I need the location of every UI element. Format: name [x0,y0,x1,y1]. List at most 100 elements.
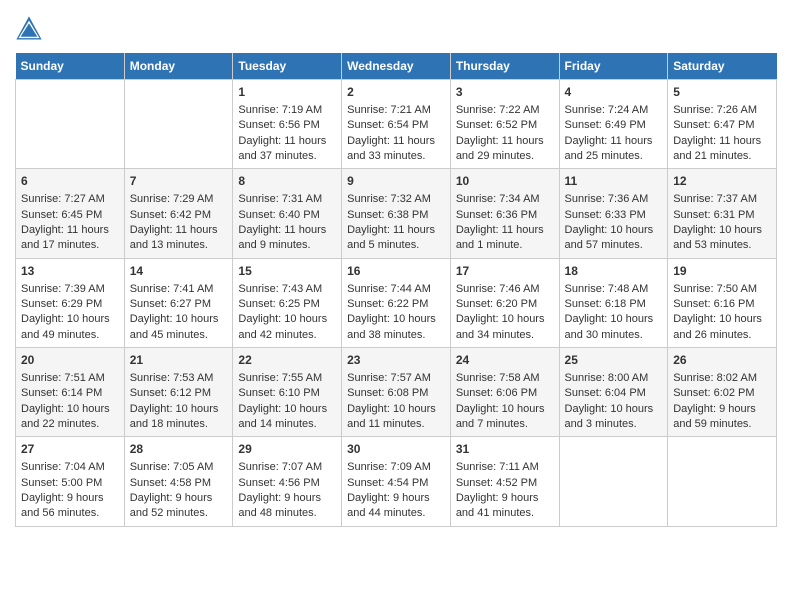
day-info: Sunset: 6:27 PM [130,297,228,312]
calendar-cell [124,80,233,169]
header-row: SundayMondayTuesdayWednesdayThursdayFrid… [16,53,777,80]
day-info: Sunset: 6:36 PM [456,208,554,223]
logo [15,15,47,43]
day-info: Sunset: 6:40 PM [238,208,336,223]
day-info: Daylight: 10 hours and 45 minutes. [130,312,228,343]
day-info: Sunset: 6:12 PM [130,386,228,401]
day-info: Daylight: 11 hours and 9 minutes. [238,223,336,254]
day-info: Sunset: 6:06 PM [456,386,554,401]
day-number: 2 [347,84,445,101]
day-info: Daylight: 10 hours and 53 minutes. [673,223,771,254]
day-info: Sunset: 6:08 PM [347,386,445,401]
calendar-cell: 3Sunrise: 7:22 AMSunset: 6:52 PMDaylight… [450,80,559,169]
day-info: Sunrise: 7:34 AM [456,192,554,207]
day-info: Daylight: 10 hours and 7 minutes. [456,402,554,433]
day-info: Sunrise: 7:37 AM [673,192,771,207]
calendar-week-5: 27Sunrise: 7:04 AMSunset: 5:00 PMDayligh… [16,437,777,526]
calendar-cell: 5Sunrise: 7:26 AMSunset: 6:47 PMDaylight… [668,80,777,169]
day-header-sunday: Sunday [16,53,125,80]
day-number: 24 [456,352,554,369]
day-info: Daylight: 9 hours and 52 minutes. [130,491,228,522]
day-info: Sunset: 6:10 PM [238,386,336,401]
day-info: Sunrise: 7:09 AM [347,460,445,475]
day-info: Sunrise: 7:55 AM [238,371,336,386]
calendar-week-2: 6Sunrise: 7:27 AMSunset: 6:45 PMDaylight… [16,169,777,258]
day-info: Daylight: 10 hours and 57 minutes. [565,223,663,254]
calendar-cell: 29Sunrise: 7:07 AMSunset: 4:56 PMDayligh… [233,437,342,526]
day-info: Daylight: 10 hours and 18 minutes. [130,402,228,433]
calendar-week-1: 1Sunrise: 7:19 AMSunset: 6:56 PMDaylight… [16,80,777,169]
day-info: Sunset: 6:38 PM [347,208,445,223]
calendar-cell: 28 Sunrise: 7:05 AMSunset: 4:58 PMDayligh… [124,437,233,526]
calendar-cell: 25Sunrise: 8:00 AMSunset: 6:04 PMDayligh… [559,348,668,437]
day-info: Sunset: 4:58 PM [130,476,228,491]
day-info: Sunrise: 7:53 AM [130,371,228,386]
calendar-cell [559,437,668,526]
day-info: Daylight: 9 hours and 59 minutes. [673,402,771,433]
day-info: Sunrise: 7:46 AM [456,282,554,297]
calendar-cell: 15Sunrise: 7:43 AMSunset: 6:25 PMDayligh… [233,258,342,347]
day-info: Daylight: 10 hours and 14 minutes. [238,402,336,433]
day-info: Sunset: 6:47 PM [673,118,771,133]
day-info: Sunrise: 7:27 AM [21,192,119,207]
day-info: Daylight: 9 hours and 56 minutes. [21,491,119,522]
calendar-cell [16,80,125,169]
calendar-cell: 27Sunrise: 7:04 AMSunset: 5:00 PMDayligh… [16,437,125,526]
calendar-cell: 16Sunrise: 7:44 AMSunset: 6:22 PMDayligh… [342,258,451,347]
calendar-cell [668,437,777,526]
calendar-cell: 26Sunrise: 8:02 AMSunset: 6:02 PMDayligh… [668,348,777,437]
day-info: Sunset: 6:29 PM [21,297,119,312]
day-info: Sunrise: 7:50 AM [673,282,771,297]
day-number: 1 [238,84,336,101]
calendar-cell: 8Sunrise: 7:31 AMSunset: 6:40 PMDaylight… [233,169,342,258]
day-header-thursday: Thursday [450,53,559,80]
day-info: Sunrise: 7:05 AM [130,460,228,475]
calendar-cell: 18Sunrise: 7:48 AMSunset: 6:18 PMDayligh… [559,258,668,347]
day-number: 16 [347,263,445,280]
day-info: Daylight: 11 hours and 17 minutes. [21,223,119,254]
day-info: Daylight: 9 hours and 48 minutes. [238,491,336,522]
day-number: 21 [130,352,228,369]
day-info: Sunset: 6:56 PM [238,118,336,133]
calendar-cell: 7Sunrise: 7:29 AMSunset: 6:42 PMDaylight… [124,169,233,258]
day-number: 22 [238,352,336,369]
day-info: Sunrise: 7:57 AM [347,371,445,386]
day-info: Daylight: 10 hours and 42 minutes. [238,312,336,343]
day-info: Sunrise: 7:44 AM [347,282,445,297]
day-info: Daylight: 11 hours and 1 minute. [456,223,554,254]
calendar-cell: 11Sunrise: 7:36 AMSunset: 6:33 PMDayligh… [559,169,668,258]
day-info: Sunrise: 7:58 AM [456,371,554,386]
day-info: Sunset: 6:18 PM [565,297,663,312]
day-number: 4 [565,84,663,101]
calendar-cell: 20Sunrise: 7:51 AMSunset: 6:14 PMDayligh… [16,348,125,437]
day-info: Sunrise: 7:04 AM [21,460,119,475]
day-number: 30 [347,441,445,458]
day-info: Sunset: 6:22 PM [347,297,445,312]
day-info: Sunrise: 7:07 AM [238,460,336,475]
calendar-cell: 13Sunrise: 7:39 AMSunset: 6:29 PMDayligh… [16,258,125,347]
day-number: 10 [456,173,554,190]
day-number: 19 [673,263,771,280]
day-info: Sunrise: 8:02 AM [673,371,771,386]
page-header [15,15,777,43]
day-number: 28 [130,441,228,458]
day-info: Sunset: 6:42 PM [130,208,228,223]
day-number: 9 [347,173,445,190]
day-number: 5 [673,84,771,101]
calendar-cell: 21 Sunrise: 7:53 AMSunset: 6:12 PMDayligh… [124,348,233,437]
day-number: 20 [21,352,119,369]
calendar-cell: 22 Sunrise: 7:55 AMSunset: 6:10 PMDayligh… [233,348,342,437]
day-info: Sunset: 4:56 PM [238,476,336,491]
day-info: Sunrise: 7:29 AM [130,192,228,207]
calendar-week-4: 20Sunrise: 7:51 AMSunset: 6:14 PMDayligh… [16,348,777,437]
day-info: Sunset: 6:04 PM [565,386,663,401]
day-number: 8 [238,173,336,190]
calendar-cell: 4Sunrise: 7:24 AMSunset: 6:49 PMDaylight… [559,80,668,169]
day-info: Sunrise: 7:21 AM [347,103,445,118]
day-info: Sunset: 6:16 PM [673,297,771,312]
day-info: Daylight: 11 hours and 13 minutes. [130,223,228,254]
day-info: Daylight: 10 hours and 11 minutes. [347,402,445,433]
day-info: Sunrise: 7:19 AM [238,103,336,118]
day-info: Sunrise: 7:22 AM [456,103,554,118]
calendar-cell: 12Sunrise: 7:37 AMSunset: 6:31 PMDayligh… [668,169,777,258]
